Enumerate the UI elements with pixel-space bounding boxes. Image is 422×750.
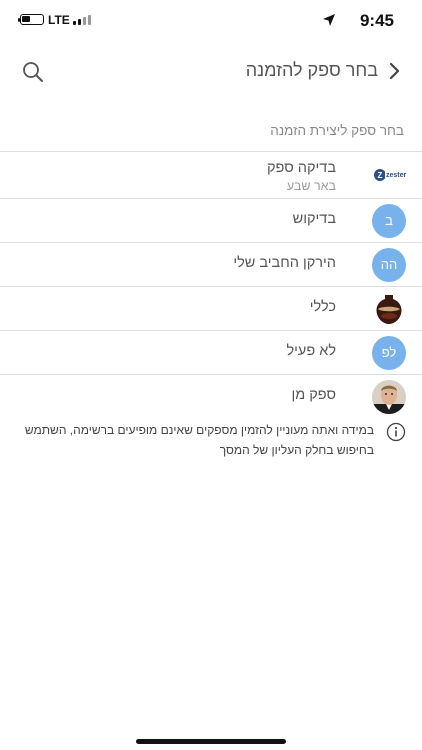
location-arrow-icon (323, 14, 335, 26)
supplier-name: הירקן החביב שלי (233, 255, 336, 271)
supplier-name: בדיקוש (292, 211, 336, 227)
battery-icon (20, 14, 44, 25)
network-type: LTE (48, 13, 70, 27)
supplier-row[interactable]: לפ לא פעיל (0, 330, 422, 374)
supplier-name: בדיקה ספק (266, 160, 336, 176)
info-text: במידה ואתה מעוניין להזמין מספקים שאינם מ… (24, 423, 374, 457)
initials-avatar: הה (372, 248, 406, 282)
battery-cap (18, 18, 20, 22)
chevron-right-back-icon[interactable] (384, 61, 404, 81)
home-indicator[interactable] (136, 739, 286, 744)
clock: 9:45 (359, 11, 394, 30)
initials-avatar: לפ (372, 336, 406, 370)
supplier-row[interactable]: כללי (0, 286, 422, 330)
signal-icon (73, 15, 93, 25)
navigation-header: בחר ספק להזמנה (0, 48, 422, 96)
section-label: בחר ספק ליצירת הזמנה (270, 123, 404, 138)
info-icon (386, 422, 406, 442)
vase-icon (372, 292, 406, 326)
supplier-list: Z zester בדיקה ספק באר שבע ב בדיקוש הה ה… (0, 151, 422, 418)
supplier-city: באר שבע (286, 179, 336, 193)
supplier-row[interactable]: הה הירקן החביב שלי (0, 242, 422, 286)
supplier-name: לא פעיל (286, 343, 336, 359)
search-icon[interactable] (22, 61, 44, 83)
supplier-row[interactable]: Z zester בדיקה ספק באר שבע (0, 151, 422, 198)
logo-wordmark: zester (386, 172, 407, 179)
supplier-row[interactable]: ב בדיקוש (0, 198, 422, 242)
initials-avatar: ב (372, 204, 406, 238)
supplier-name: ספק מן (291, 387, 336, 403)
person-photo-icon (372, 380, 406, 414)
supplier-name: כללי (309, 299, 336, 315)
supplier-row[interactable]: ספק מן (0, 374, 422, 418)
page-title: בחר ספק להזמנה (245, 60, 378, 80)
svg-text:Z: Z (378, 171, 383, 180)
status-bar: LTE 9:45 (0, 0, 422, 40)
